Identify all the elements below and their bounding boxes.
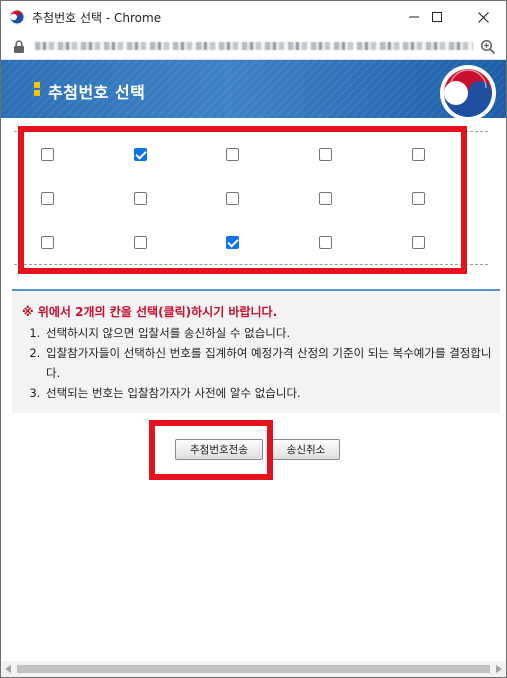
selection-warning: ※ 위에서 2개의 칸을 선택(클릭)하시기 바랍니다. — [22, 305, 278, 319]
header-bullet — [34, 82, 40, 88]
page-header: 추첨번호 선택 — [1, 60, 506, 118]
instruction-box: ※ 위에서 2개의 칸을 선택(클릭)하시기 바랍니다. 선택하시지 않으면 입… — [12, 289, 500, 413]
instruction-list: 선택하시지 않으면 입찰서를 송신하실 수 없습니다. 입찰참가자들이 선택하신… — [12, 323, 494, 403]
horizontal-scrollbar[interactable] — [1, 661, 506, 677]
highlight-box-grid — [18, 126, 467, 274]
page-title: 추첨번호 선택 — [48, 83, 146, 102]
zoom-icon[interactable] — [480, 39, 496, 55]
maximize-icon — [432, 12, 442, 22]
window-title: 추첨번호 선택 - Chrome — [32, 11, 162, 25]
lock-icon — [14, 40, 24, 53]
address-bar — [1, 33, 506, 60]
title-bar: 추첨번호 선택 - Chrome — [1, 1, 506, 33]
close-button[interactable] — [460, 1, 506, 33]
browser-window: 추첨번호 선택 - Chrome 추첨번호 선택 ※ 위에서 2개의 칸을 선택… — [0, 0, 507, 678]
instruction-item: 입찰참가자들이 선택하신 번호를 집계하여 예정가격 산정의 기준이 되는 복수… — [44, 343, 494, 383]
maximize-button[interactable] — [414, 1, 460, 33]
header-bullet — [34, 90, 40, 96]
government-emblem-icon — [440, 65, 496, 118]
highlight-box-send — [149, 420, 273, 480]
url-text-obscured[interactable] — [35, 42, 473, 50]
close-icon — [477, 11, 489, 23]
scrollbar-thumb[interactable] — [17, 665, 490, 673]
cancel-send-button[interactable]: 송신취소 — [272, 439, 340, 460]
instruction-item: 선택하시지 않으면 입찰서를 송신하실 수 없습니다. — [44, 323, 494, 343]
government-emblem-icon — [9, 9, 25, 25]
scroll-right-icon[interactable] — [496, 665, 502, 673]
instruction-item: 선택되는 번호는 입찰참가자가 사전에 알수 없습니다. — [44, 383, 494, 403]
scroll-left-icon[interactable] — [5, 665, 11, 673]
